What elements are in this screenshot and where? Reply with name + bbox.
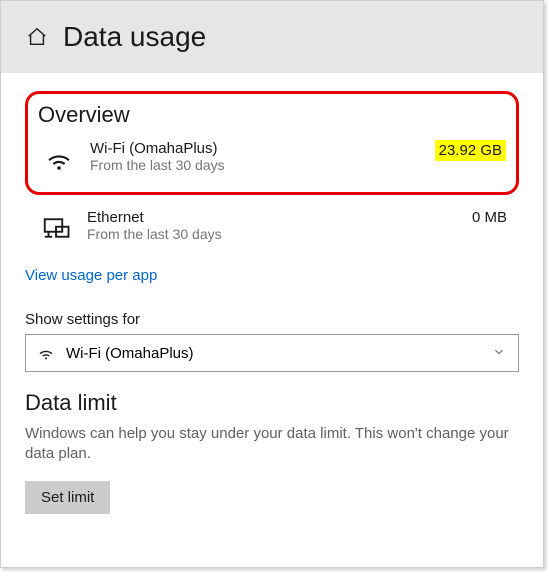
home-icon[interactable] xyxy=(25,25,49,49)
dropdown-selected: Wi-Fi (OmahaPlus) xyxy=(66,345,482,362)
usage-row-ethernet[interactable]: Ethernet From the last 30 days 0 MB xyxy=(25,205,519,251)
content-area: Overview Wi-Fi (OmahaPlus) From the last… xyxy=(1,73,543,538)
usage-sub-ethernet: From the last 30 days xyxy=(87,226,458,242)
usage-row-wifi[interactable]: Wi-Fi (OmahaPlus) From the last 30 days … xyxy=(38,136,506,182)
overview-heading: Overview xyxy=(38,102,506,128)
settings-window: Data usage Overview Wi-Fi (OmahaPlus) Fr… xyxy=(0,0,544,568)
data-limit-heading: Data limit xyxy=(25,390,519,416)
chevron-down-icon xyxy=(492,345,508,361)
ethernet-icon xyxy=(39,211,73,245)
usage-sub-wifi: From the last 30 days xyxy=(90,157,421,173)
view-usage-link[interactable]: View usage per app xyxy=(25,267,157,284)
page-title: Data usage xyxy=(63,21,206,53)
data-limit-description: Windows can help you stay under your dat… xyxy=(25,424,519,465)
usage-amount-wifi: 23.92 GB xyxy=(435,140,506,161)
usage-name-ethernet: Ethernet xyxy=(87,209,458,226)
usage-text-ethernet: Ethernet From the last 30 days xyxy=(87,209,458,242)
show-settings-label: Show settings for xyxy=(25,311,519,328)
usage-text-wifi: Wi-Fi (OmahaPlus) From the last 30 days xyxy=(90,140,421,173)
usage-name-wifi: Wi-Fi (OmahaPlus) xyxy=(90,140,421,157)
wifi-icon xyxy=(36,343,56,363)
overview-highlight-box: Overview Wi-Fi (OmahaPlus) From the last… xyxy=(25,91,519,195)
usage-amount-ethernet: 0 MB xyxy=(472,209,507,226)
wifi-icon xyxy=(42,142,76,176)
network-filter-dropdown[interactable]: Wi-Fi (OmahaPlus) xyxy=(25,334,519,372)
set-limit-button[interactable]: Set limit xyxy=(25,481,110,514)
page-header: Data usage xyxy=(1,1,543,73)
